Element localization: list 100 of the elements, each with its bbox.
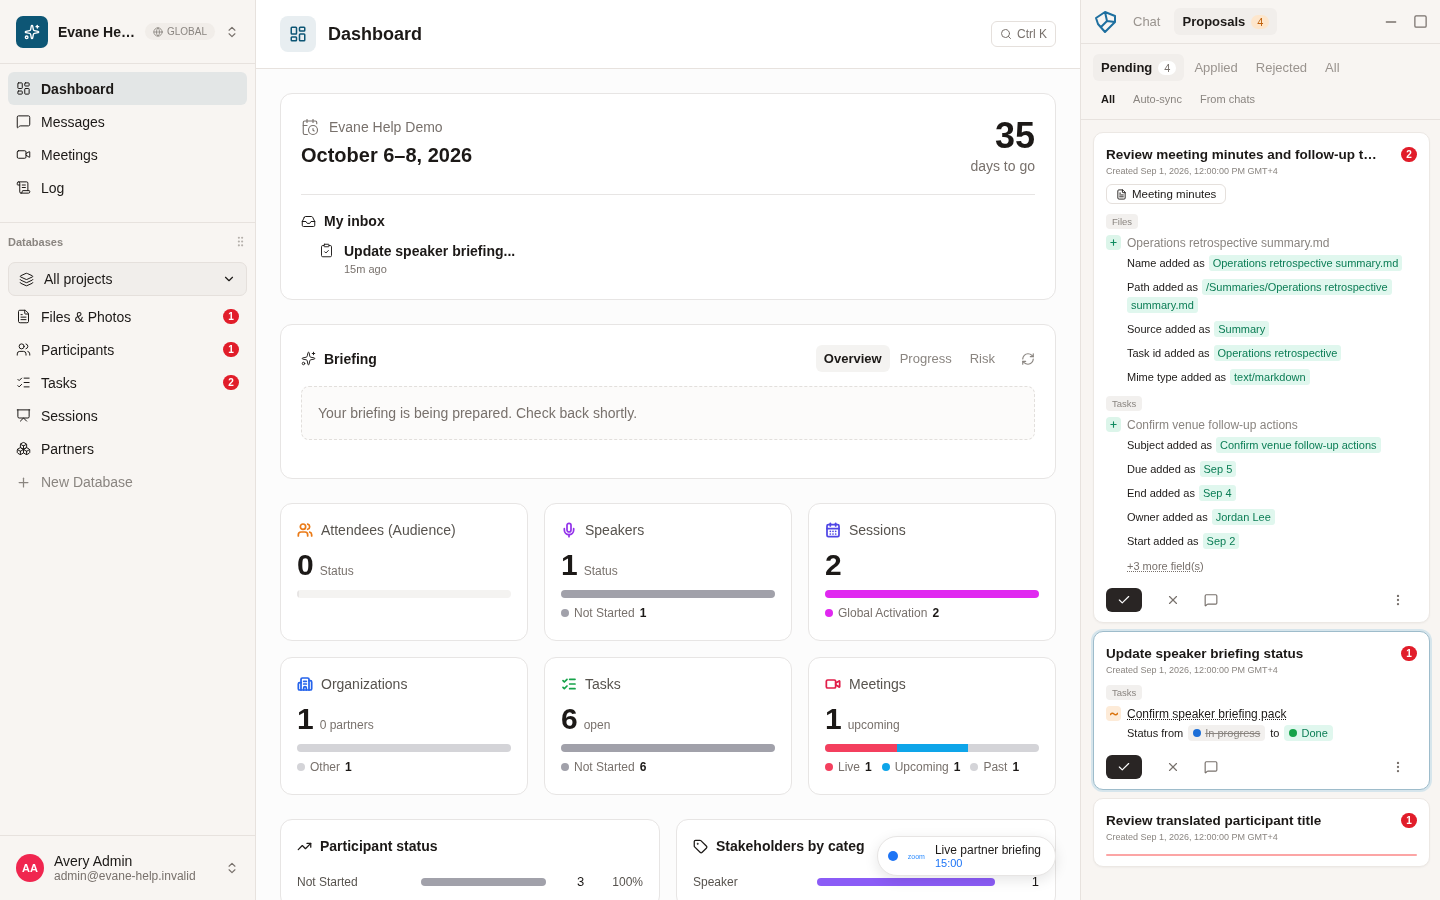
group-label: Tasks: [1106, 685, 1143, 700]
count-badge: 4: [1158, 60, 1177, 75]
stat-value: 2: [825, 548, 842, 582]
database-item[interactable]: Partners: [8, 432, 247, 465]
inbox-icon: [301, 213, 316, 229]
legend-count: 1: [1012, 760, 1020, 774]
refresh-icon[interactable]: [1021, 351, 1035, 366]
speech-bubble-icon: [1204, 760, 1218, 774]
proposal-title: Review translated participant title: [1106, 813, 1322, 828]
count-badge: 1: [1401, 646, 1417, 661]
page-title: Dashboard: [328, 23, 423, 45]
row-label: Not Started: [297, 874, 359, 889]
panel-tab[interactable]: Proposals 4: [1174, 8, 1278, 35]
source-tab[interactable]: From chats: [1192, 87, 1263, 111]
database-item[interactable]: Sessions: [8, 399, 247, 432]
database-icon: [16, 408, 31, 423]
comment-button[interactable]: [1204, 760, 1218, 774]
row-count: 3: [577, 874, 585, 889]
inbox-item-title[interactable]: Update speaker briefing...: [344, 243, 516, 259]
user-email: admin@evane-help.invalid: [54, 869, 196, 883]
dashboard-icon: [280, 16, 316, 52]
briefing-tab[interactable]: Overview: [815, 345, 890, 372]
stat-title: Meetings: [849, 676, 906, 692]
field-change: Mime type added as text/markdown: [1127, 368, 1417, 386]
stat-value: 1: [825, 702, 842, 736]
stat-title: Organizations: [321, 676, 408, 692]
briefing-tab[interactable]: Risk: [961, 345, 1003, 372]
project-filter[interactable]: All projects: [8, 262, 247, 296]
add-icon: [1106, 417, 1121, 432]
database-icon: [16, 375, 31, 390]
live-dot: [887, 851, 898, 861]
briefing-title: Briefing: [324, 350, 377, 367]
stat-value: 1: [561, 548, 578, 582]
nav-item[interactable]: Meetings: [8, 138, 247, 171]
document-chip[interactable]: Meeting minutes: [1106, 184, 1227, 204]
inbox-title: My inbox: [324, 213, 385, 229]
reject-button[interactable]: [1166, 760, 1180, 774]
stat-title: Sessions: [849, 522, 906, 538]
group-label: Files: [1106, 214, 1139, 229]
nav-item[interactable]: Messages: [8, 105, 247, 138]
source-tab[interactable]: All: [1093, 87, 1124, 111]
search-button[interactable]: Ctrl K: [991, 21, 1056, 47]
document-icon: [1116, 188, 1127, 200]
database-item[interactable]: Tasks 2: [8, 366, 247, 399]
database-item[interactable]: Files & Photos 1: [8, 300, 247, 333]
legend-label: Not Started: [574, 606, 635, 620]
tag-icon: [693, 838, 708, 854]
approve-button[interactable]: [1106, 588, 1142, 612]
change-title: Operations retrospective summary.md: [1127, 235, 1330, 250]
stat-title: Speakers: [585, 522, 645, 538]
status-tab[interactable]: Pending 4: [1093, 54, 1185, 81]
created-date: Created Sep 1, 2026, 12:00:00 PM GMT+4: [1106, 832, 1279, 842]
approve-button[interactable]: [1106, 755, 1142, 779]
row-label: Speaker: [693, 874, 739, 889]
user-avatar: AA: [16, 854, 44, 882]
maximize-icon[interactable]: [1413, 13, 1428, 29]
nav-item[interactable]: Dashboard: [8, 72, 247, 105]
change-title[interactable]: Confirm speaker briefing pack: [1127, 706, 1287, 721]
proposal-title: Review meeting minutes and follow-up t…: [1106, 147, 1377, 162]
row-count: 1: [1031, 874, 1039, 889]
nav-icon: [16, 81, 31, 96]
nav-icon: [16, 147, 31, 162]
source-tab[interactable]: Auto-sync: [1125, 87, 1190, 111]
count-badge: 1: [223, 309, 239, 324]
legend-label: Live: [838, 760, 860, 774]
workspace-name: Evane He…: [57, 23, 135, 40]
status-joiner: to: [1270, 727, 1280, 739]
nav-icon: [16, 180, 31, 195]
comment-button[interactable]: [1204, 593, 1218, 607]
reject-button[interactable]: [1166, 593, 1180, 607]
scope-badge: GLOBAL: [145, 23, 216, 40]
legend-label: Not Started: [574, 760, 635, 774]
stat-title: Tasks: [585, 676, 621, 692]
database-icon: [16, 342, 31, 357]
event-dates: October 6–8, 2026: [301, 144, 473, 167]
workspace-logo: [16, 15, 48, 48]
old-status: In progress: [1188, 725, 1266, 741]
field-change: Task id added as Operations retrospective: [1127, 344, 1417, 362]
countdown-number: 35: [993, 118, 1035, 154]
nav-item[interactable]: Log: [8, 171, 247, 204]
field-change: Owner added as Jordan Lee: [1127, 508, 1417, 526]
more-fields-link[interactable]: +3 more field(s): [1127, 560, 1204, 572]
change-icon: [1106, 706, 1121, 721]
briefing-tab[interactable]: Progress: [891, 345, 960, 372]
card-title: Participant status: [320, 838, 438, 854]
card-title: Stakeholders by categ: [716, 838, 865, 854]
sparkles-icon: [301, 351, 316, 366]
clipboard-icon: [319, 243, 334, 258]
group-label: Tasks: [1106, 396, 1143, 411]
created-date: Created Sep 1, 2026, 12:00:00 PM GMT+4: [1106, 166, 1279, 176]
stat-unit: open: [583, 718, 611, 732]
field-change: Due added as Sep 5: [1127, 460, 1417, 478]
database-icon: [16, 309, 31, 324]
new-status: Done: [1284, 725, 1333, 741]
countdown-label: days to go: [970, 158, 1035, 174]
check-icon: [1117, 593, 1131, 607]
database-item[interactable]: Participants 1: [8, 333, 247, 366]
legend-count: 1: [865, 760, 872, 774]
legend-label: Past: [983, 760, 1008, 774]
count-badge: 1: [223, 342, 239, 357]
